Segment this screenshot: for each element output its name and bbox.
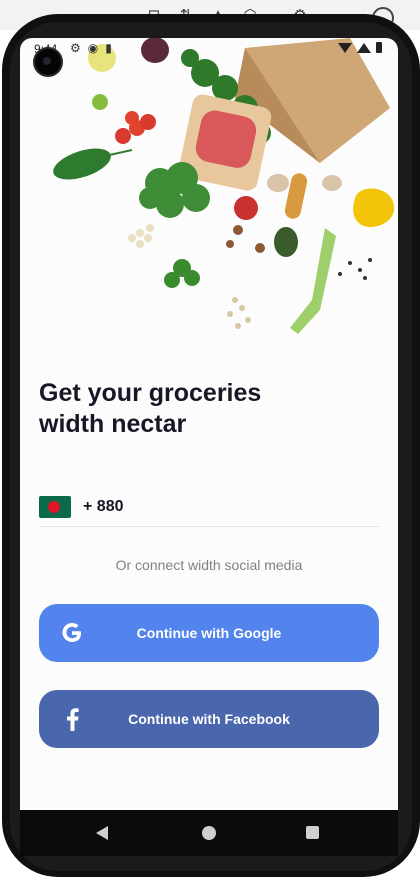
system-nav-bar bbox=[20, 810, 398, 856]
home-icon[interactable] bbox=[202, 826, 216, 840]
google-button-label: Continue with Google bbox=[136, 625, 282, 641]
gear-icon: ⚙ bbox=[70, 41, 81, 55]
phone-number-field[interactable]: + 880 bbox=[39, 490, 379, 524]
bangladesh-flag-icon[interactable] bbox=[39, 496, 71, 518]
phone-field-underline bbox=[39, 526, 379, 527]
front-camera bbox=[33, 47, 63, 77]
facebook-icon bbox=[59, 705, 85, 733]
social-connect-note: Or connect width social media bbox=[115, 557, 303, 573]
facebook-button-label: Continue with Facebook bbox=[128, 711, 290, 727]
recents-icon[interactable] bbox=[306, 826, 319, 839]
country-code[interactable]: + 880 bbox=[83, 498, 123, 516]
app-screen: Get your groceries width nectar + 880 Or… bbox=[20, 38, 398, 810]
continue-with-facebook-button[interactable]: Continue with Facebook bbox=[39, 690, 379, 748]
page-title: Get your groceries width nectar bbox=[39, 379, 262, 438]
continue-with-google-button[interactable]: Continue with Google bbox=[39, 604, 379, 662]
signal-icon bbox=[357, 42, 371, 53]
battery-icon bbox=[376, 42, 382, 53]
groceries-hero-image bbox=[53, 38, 395, 334]
sd-card-icon: ▮ bbox=[105, 41, 112, 55]
wifi-icon bbox=[338, 42, 352, 53]
status-left-icons: ⚙ ◉ ▮ bbox=[70, 41, 112, 55]
status-right-icons bbox=[338, 42, 382, 53]
app-icon: ◉ bbox=[87, 41, 99, 55]
google-icon bbox=[59, 619, 85, 647]
back-icon[interactable] bbox=[96, 826, 108, 840]
